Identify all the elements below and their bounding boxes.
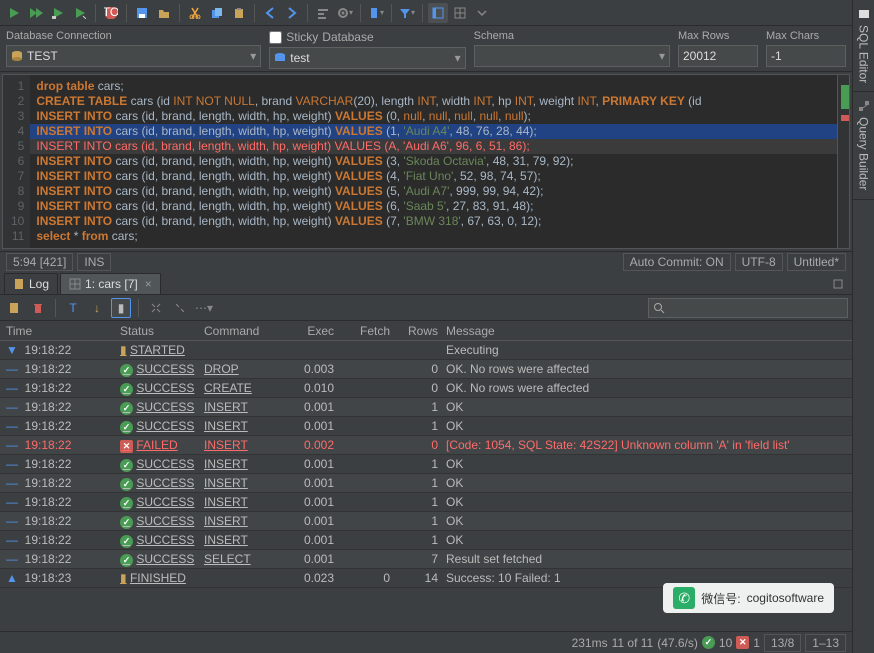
watermark: ✆ 微信号: cogitosoftware — [663, 583, 834, 613]
insert-mode: INS — [77, 253, 111, 271]
log-row[interactable]: — 19:18:22 SUCCESSDROP0.0030OK. No rows … — [0, 360, 852, 379]
log-icon — [13, 278, 25, 290]
tab-result[interactable]: 1: cars [7] × — [60, 273, 161, 294]
run-script-icon[interactable] — [48, 3, 68, 23]
grid-icon — [69, 278, 81, 290]
log-toolbar: T ↓ ▮ ⋯▾ — [0, 295, 852, 321]
svg-text:STOP: STOP — [104, 6, 118, 19]
minimap[interactable] — [837, 75, 849, 248]
autocommit[interactable]: Auto Commit: ON — [623, 253, 731, 271]
stop-icon[interactable]: STOP — [101, 3, 121, 23]
chevron-down-icon: ▾ — [455, 51, 461, 65]
filter-orange-icon[interactable]: ↓ — [87, 298, 107, 318]
copy-icon[interactable] — [4, 298, 24, 318]
close-icon[interactable]: × — [145, 277, 152, 291]
maximize-icon[interactable] — [828, 274, 848, 294]
table-icon[interactable] — [450, 3, 470, 23]
next-icon[interactable] — [282, 3, 302, 23]
progress: 11 of 11 — [612, 636, 654, 650]
rate: (47.6/s) — [657, 636, 698, 650]
db-value: test — [290, 51, 309, 65]
main-toolbar: STOP ▾ ▾ ▾ — [0, 0, 852, 26]
maxrows-input[interactable] — [678, 45, 758, 67]
builder-icon — [858, 100, 870, 112]
filter-blue-icon[interactable]: T — [63, 298, 83, 318]
log-row[interactable]: — 19:18:22 SUCCESSINSERT0.0011OK — [0, 474, 852, 493]
right-sidebar: SQL Editor Query Builder — [852, 0, 874, 653]
log-row[interactable]: — 19:18:22 SUCCESSINSERT0.0011OK — [0, 512, 852, 531]
trash-icon[interactable] — [28, 298, 48, 318]
encoding[interactable]: UTF-8 — [735, 253, 783, 271]
run-new-icon[interactable] — [26, 3, 46, 23]
conn-label: Database Connection — [6, 30, 261, 42]
db-icon — [11, 50, 23, 62]
paste-icon[interactable] — [229, 3, 249, 23]
prev-icon[interactable] — [260, 3, 280, 23]
cut-icon[interactable] — [185, 3, 205, 23]
bookmark-icon[interactable]: ▾ — [366, 3, 386, 23]
tab-log[interactable]: Log — [4, 273, 58, 294]
conn-value: TEST — [27, 49, 58, 63]
sql-editor[interactable]: 1234567891011 drop table cars;CREATE TAB… — [2, 74, 850, 249]
ok-icon — [702, 636, 715, 649]
db-icon — [274, 52, 286, 64]
log-row[interactable]: — 19:18:22 SUCCESSINSERT0.0011OK — [0, 493, 852, 512]
filter-icon[interactable]: ▾ — [397, 3, 417, 23]
result-tabs: Log 1: cars [7] × — [0, 271, 852, 295]
filter-active-icon[interactable]: ▮ — [111, 298, 131, 318]
schema-label: Schema — [474, 30, 670, 42]
elapsed: 231ms — [572, 636, 608, 650]
editor-status: 5:94 [421] INS Auto Commit: ON UTF-8 Unt… — [0, 251, 852, 271]
open-icon[interactable] — [154, 3, 174, 23]
collapse-icon[interactable] — [472, 3, 492, 23]
save-icon[interactable] — [132, 3, 152, 23]
doc-icon — [858, 8, 870, 20]
err-icon — [736, 636, 749, 649]
log-header: Time Status Command Exec Fetch Rows Mess… — [0, 321, 852, 341]
db-dropdown[interactable]: test ▾ — [269, 47, 465, 69]
conn-dropdown[interactable]: TEST ▾ — [6, 45, 261, 67]
wechat-icon: ✆ — [673, 587, 695, 609]
gutter: 1234567891011 — [3, 75, 30, 248]
minimap-err-mark — [841, 115, 849, 121]
log-row[interactable]: — 19:18:22 SUCCESSINSERT0.0011OK — [0, 398, 852, 417]
chevron-down-icon: ▾ — [250, 49, 256, 63]
collapse-icon[interactable] — [170, 298, 190, 318]
filename: Untitled* — [787, 253, 846, 271]
maxchars-label: Max Chars — [766, 30, 846, 42]
log-row[interactable]: — 19:18:22 SUCCESSINSERT0.0011OK — [0, 531, 852, 550]
settings-icon[interactable]: ▾ — [335, 3, 355, 23]
bottom-status: 231ms 11 of 11 (47.6/s) 10 1 13/8 1–13 — [0, 631, 852, 653]
log-row[interactable]: — 19:18:22 SUCCESSINSERT0.0011OK — [0, 417, 852, 436]
expand-icon[interactable] — [146, 298, 166, 318]
copy-icon[interactable] — [207, 3, 227, 23]
query-builder-tab[interactable]: Query Builder — [853, 92, 874, 199]
search-icon — [653, 302, 665, 314]
chevron-down-icon: ▾ — [659, 49, 665, 63]
log-row[interactable]: — 19:18:22 FAILEDINSERT0.0020[Code: 1054… — [0, 436, 852, 455]
more-icon[interactable]: ⋯▾ — [194, 298, 214, 318]
panel-icon[interactable] — [428, 3, 448, 23]
minimap-ok-mark — [841, 85, 849, 109]
format-icon[interactable] — [313, 3, 333, 23]
run-icon[interactable] — [4, 3, 24, 23]
log-row[interactable]: ▼ 19:18:22▮ STARTEDExecuting — [0, 341, 852, 360]
connection-bar: Database Connection TEST ▾ Sticky Databa… — [0, 26, 852, 72]
log-row[interactable]: — 19:18:22 SUCCESSSELECT0.0017Result set… — [0, 550, 852, 569]
maxchars-input[interactable] — [766, 45, 846, 67]
cursor-pos: 5:94 [421] — [6, 253, 73, 271]
log-row[interactable]: — 19:18:22 SUCCESSINSERT0.0011OK — [0, 455, 852, 474]
search-input[interactable] — [648, 298, 848, 318]
maxrows-label: Max Rows — [678, 30, 758, 42]
code-area[interactable]: drop table cars;CREATE TABLE cars (id IN… — [30, 75, 837, 248]
sticky-checkbox[interactable] — [269, 31, 282, 44]
db-label: Sticky Database — [269, 30, 465, 44]
schema-dropdown[interactable]: ▾ — [474, 45, 670, 67]
log-row[interactable]: — 19:18:22 SUCCESSCREATE0.0100OK. No row… — [0, 379, 852, 398]
run-arrow-icon[interactable] — [70, 3, 90, 23]
sql-editor-tab[interactable]: SQL Editor — [853, 0, 874, 92]
